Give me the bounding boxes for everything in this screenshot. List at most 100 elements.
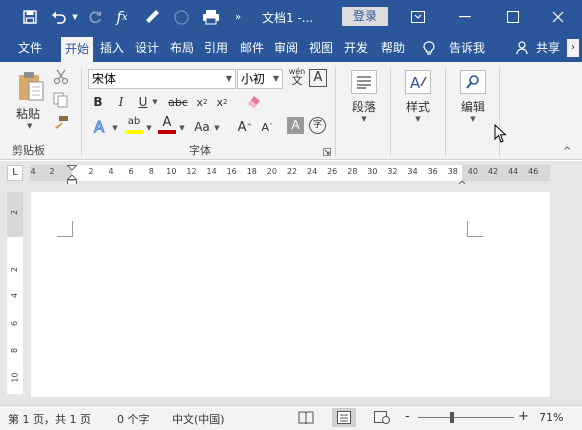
format-painter-brush-icon[interactable] bbox=[53, 115, 69, 131]
maximize-icon[interactable] bbox=[495, 0, 531, 34]
zoom-slider-thumb[interactable] bbox=[449, 412, 454, 423]
bold-button[interactable]: B bbox=[90, 93, 106, 111]
word-count-status[interactable]: 0 个字 bbox=[117, 411, 150, 427]
shrink-font-letter: A bbox=[261, 120, 270, 134]
character-shading-button[interactable]: A bbox=[287, 117, 304, 134]
lightbulb-icon[interactable] bbox=[420, 34, 438, 62]
undo-icon[interactable] bbox=[48, 8, 70, 26]
page-count-status[interactable]: 第 1 页，共 1 页 bbox=[8, 411, 91, 427]
font-name-dropdown-icon[interactable]: ▼ bbox=[226, 70, 232, 88]
font-size-dropdown-icon[interactable]: ▼ bbox=[273, 70, 279, 88]
tab-layout[interactable]: 布局 bbox=[166, 34, 198, 62]
print-preview-icon[interactable] bbox=[200, 8, 222, 26]
redo-icon[interactable] bbox=[86, 8, 104, 26]
tab-references[interactable]: 引用 bbox=[200, 34, 232, 62]
web-layout-icon[interactable] bbox=[370, 408, 394, 427]
tab-selector-button[interactable]: L bbox=[7, 165, 23, 181]
right-indent-marker-icon[interactable] bbox=[456, 173, 468, 187]
paragraph-dropdown-icon[interactable]: ▼ bbox=[345, 115, 383, 123]
editing-button[interactable]: 编辑 ▼ bbox=[453, 70, 493, 123]
italic-button[interactable]: I bbox=[113, 93, 129, 111]
read-mode-icon[interactable] bbox=[294, 408, 318, 427]
tab-review[interactable]: 审阅 bbox=[270, 34, 302, 62]
vertical-ruler-number: 2 bbox=[10, 209, 20, 216]
underline-dropdown-icon[interactable]: ▼ bbox=[151, 93, 159, 111]
ruler-number: 46 bbox=[528, 167, 539, 176]
undo-dropdown-icon[interactable]: ▼ bbox=[70, 8, 80, 26]
zoom-in-button[interactable]: + bbox=[518, 409, 529, 424]
subscript-button[interactable]: x2 bbox=[193, 93, 211, 111]
tab-insert[interactable]: 插入 bbox=[97, 34, 127, 62]
character-border-button[interactable]: A bbox=[309, 69, 327, 87]
enclose-characters-button[interactable]: 字 bbox=[309, 117, 326, 134]
text-highlight-button[interactable]: ab bbox=[124, 115, 144, 137]
cut-icon[interactable] bbox=[53, 69, 69, 85]
highlight-color-bar bbox=[125, 130, 143, 134]
zoom-level[interactable]: 71% bbox=[539, 411, 563, 424]
svg-text:A: A bbox=[410, 74, 421, 90]
horizontal-ruler[interactable]: 4 2 2 4 6 8 10 12 14 16 18 20 22 24 26 28 30 32 34 36 38 40… bbox=[30, 165, 550, 188]
tab-design[interactable]: 设计 bbox=[131, 34, 163, 62]
ribbon-display-options-icon[interactable] bbox=[400, 0, 436, 34]
ruler-number: 2 bbox=[88, 167, 94, 176]
zoom-out-button[interactable]: - bbox=[405, 409, 410, 424]
circle-icon[interactable] bbox=[172, 8, 190, 26]
paste-dropdown-icon[interactable]: ▼ bbox=[27, 122, 32, 130]
copy-icon[interactable] bbox=[53, 92, 69, 108]
tab-developer[interactable]: 开发 bbox=[340, 34, 372, 62]
change-case-button[interactable]: Aa bbox=[191, 118, 213, 136]
editing-dropdown-icon[interactable]: ▼ bbox=[453, 115, 493, 123]
superscript-button[interactable]: x2 bbox=[213, 93, 231, 111]
tell-me-search[interactable]: 告诉我 bbox=[444, 34, 490, 62]
text-effects-dropdown-icon[interactable]: ▼ bbox=[111, 119, 119, 137]
more-commands-icon[interactable]: » bbox=[232, 8, 244, 26]
tab-mailings[interactable]: 邮件 bbox=[236, 34, 268, 62]
share-button[interactable]: 共享 bbox=[533, 34, 563, 62]
tab-home[interactable]: 开始 bbox=[61, 37, 93, 62]
title-bar: ▼ fx » 文档1 -... 登录 bbox=[0, 0, 582, 34]
svg-text:A: A bbox=[94, 118, 105, 135]
underline-button[interactable]: U bbox=[136, 93, 150, 111]
paste-icon[interactable] bbox=[16, 70, 46, 102]
ruler-number: 10 bbox=[166, 167, 177, 176]
document-page[interactable] bbox=[31, 192, 550, 397]
paragraph-button[interactable]: 段落 ▼ bbox=[345, 70, 383, 123]
mouse-cursor-icon bbox=[494, 123, 508, 144]
text-effects-icon[interactable]: A bbox=[92, 117, 110, 137]
phonetic-guide-button[interactable]: wén 文 bbox=[287, 67, 307, 89]
tab-file[interactable]: 文件 bbox=[8, 34, 52, 62]
zoom-slider-track[interactable] bbox=[418, 417, 514, 418]
highlight-dropdown-icon[interactable]: ▼ bbox=[145, 119, 153, 137]
close-icon[interactable] bbox=[540, 0, 576, 34]
ruler-number: 2 bbox=[49, 167, 55, 176]
grow-font-button[interactable]: A ^ bbox=[236, 118, 254, 136]
indent-markers-icon[interactable] bbox=[66, 165, 78, 188]
function-icon[interactable]: fx bbox=[112, 8, 132, 26]
ribbon-scroll-right-icon[interactable]: › bbox=[567, 34, 581, 62]
tab-help[interactable]: 帮助 bbox=[377, 34, 409, 62]
share-person-icon[interactable] bbox=[513, 34, 533, 62]
font-name-combobox[interactable]: 宋体 ▼ bbox=[88, 69, 236, 89]
styles-dropdown-icon[interactable]: ▼ bbox=[398, 115, 438, 123]
clear-formatting-icon[interactable] bbox=[245, 93, 263, 111]
collapse-ribbon-icon[interactable]: ^ bbox=[563, 146, 571, 157]
login-button[interactable]: 登录 bbox=[342, 7, 388, 26]
language-status[interactable]: 中文(中国) bbox=[172, 411, 225, 427]
format-painter-icon[interactable] bbox=[142, 8, 162, 26]
font-color-dropdown-icon[interactable]: ▼ bbox=[178, 119, 186, 137]
tab-view[interactable]: 视图 bbox=[305, 34, 337, 62]
shrink-font-button[interactable]: Aˇ bbox=[259, 118, 275, 136]
paste-label[interactable]: 粘贴 bbox=[16, 105, 40, 122]
print-layout-icon[interactable] bbox=[332, 408, 356, 427]
font-color-button[interactable]: A bbox=[157, 115, 177, 137]
ruler-number: 24 bbox=[307, 167, 318, 176]
change-case-dropdown-icon[interactable]: ▼ bbox=[213, 119, 221, 137]
editing-icon bbox=[460, 70, 486, 94]
strikethrough-button[interactable]: abc bbox=[166, 93, 190, 111]
font-size-combobox[interactable]: 小初 ▼ bbox=[237, 69, 283, 89]
save-icon[interactable] bbox=[20, 8, 40, 26]
vertical-ruler[interactable]: 2 2 4 6 8 10 bbox=[7, 192, 23, 394]
styles-button[interactable]: A 样式 ▼ bbox=[398, 70, 438, 123]
minimize-icon[interactable] bbox=[447, 0, 483, 34]
font-dialog-launcher-icon[interactable] bbox=[323, 146, 331, 156]
